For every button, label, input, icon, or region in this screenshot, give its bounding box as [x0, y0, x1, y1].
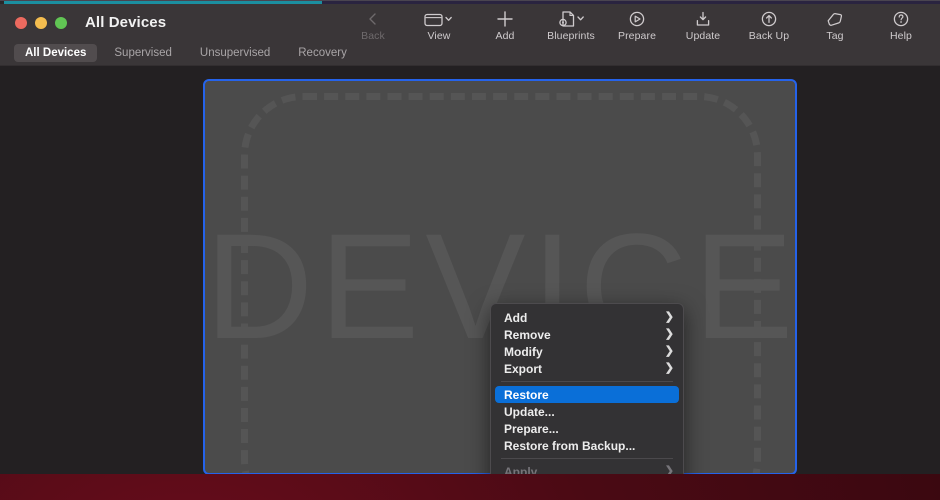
menu-label-restore: Restore	[504, 388, 670, 402]
menu-item-update[interactable]: Update...	[491, 403, 683, 420]
toolbar-button-help[interactable]: Help	[868, 7, 934, 42]
window-title: All Devices	[85, 14, 166, 31]
arrow-up-circle-icon	[760, 9, 778, 29]
menu-label-remove: Remove	[504, 328, 657, 342]
menu-item-restore-from-backup[interactable]: Restore from Backup...	[491, 437, 683, 454]
chevron-right-icon: ❯	[665, 312, 674, 323]
blueprint-doc-icon	[556, 9, 586, 29]
zoom-button[interactable]	[55, 17, 67, 29]
menu-item-restore[interactable]: Restore	[495, 386, 679, 403]
menu-item-add[interactable]: Add ❯	[491, 309, 683, 326]
tab-unsupervised[interactable]: Unsupervised	[189, 44, 281, 62]
minimize-button[interactable]	[35, 17, 47, 29]
menu-label-apply: Apply	[504, 465, 657, 475]
menu-label-update: Update...	[504, 405, 674, 419]
top-accent-teal	[4, 1, 322, 4]
traffic-lights	[15, 17, 67, 29]
application-window: All Devices Back View	[0, 0, 940, 474]
chevron-right-icon: ❯	[665, 363, 674, 374]
menu-label-prepare: Prepare...	[504, 422, 674, 436]
menu-item-apply: Apply ❯	[491, 463, 683, 474]
menu-label-restore-from-backup: Restore from Backup...	[504, 439, 674, 453]
question-circle-icon	[892, 9, 910, 29]
menu-label-modify: Modify	[504, 345, 657, 359]
toolbar-button-update[interactable]: Update	[670, 7, 736, 42]
tab-supervised[interactable]: Supervised	[103, 44, 183, 62]
chevron-right-icon: ❯	[665, 329, 674, 340]
menu-item-export[interactable]: Export ❯	[491, 360, 683, 377]
tag-icon	[825, 9, 845, 29]
plus-icon	[496, 9, 514, 29]
menu-item-modify[interactable]: Modify ❯	[491, 343, 683, 360]
top-accent-purple	[322, 1, 940, 4]
toolbar-button-prepare[interactable]: Prepare	[604, 7, 670, 42]
toolbar-button-add[interactable]: Add	[472, 7, 538, 42]
toolbar-button-back[interactable]: Back	[340, 7, 406, 42]
download-box-icon	[694, 9, 712, 29]
context-menu[interactable]: Add ❯ Remove ❯ Modify ❯ Export ❯ Restore…	[490, 303, 684, 474]
tab-all-devices[interactable]: All Devices	[14, 44, 97, 62]
tab-bar: All Devices Supervised Unsupervised Reco…	[0, 41, 940, 66]
menu-label-add: Add	[504, 311, 657, 325]
title-bar: All Devices Back View	[0, 4, 940, 41]
tab-recovery[interactable]: Recovery	[287, 44, 358, 62]
toolbar-button-view[interactable]: View	[406, 7, 472, 42]
device-canvas: DEVICE Add ❯ Remove ❯ Modify ❯ Export ❯	[0, 66, 940, 474]
menu-separator	[501, 458, 673, 459]
toolbar-button-backup[interactable]: Back Up	[736, 7, 802, 42]
chevron-left-icon	[366, 9, 380, 29]
menu-item-remove[interactable]: Remove ❯	[491, 326, 683, 343]
toolbar: Back View Add	[340, 7, 934, 44]
toolbar-button-blueprints[interactable]: Blueprints	[538, 7, 604, 42]
window-icon	[424, 9, 454, 29]
menu-label-export: Export	[504, 362, 657, 376]
menu-separator	[501, 381, 673, 382]
menu-item-prepare[interactable]: Prepare...	[491, 420, 683, 437]
toolbar-button-tag[interactable]: Tag	[802, 7, 868, 42]
chevron-right-icon: ❯	[665, 466, 674, 474]
chevron-right-icon: ❯	[665, 346, 674, 357]
close-button[interactable]	[15, 17, 27, 29]
play-circle-icon	[628, 9, 646, 29]
